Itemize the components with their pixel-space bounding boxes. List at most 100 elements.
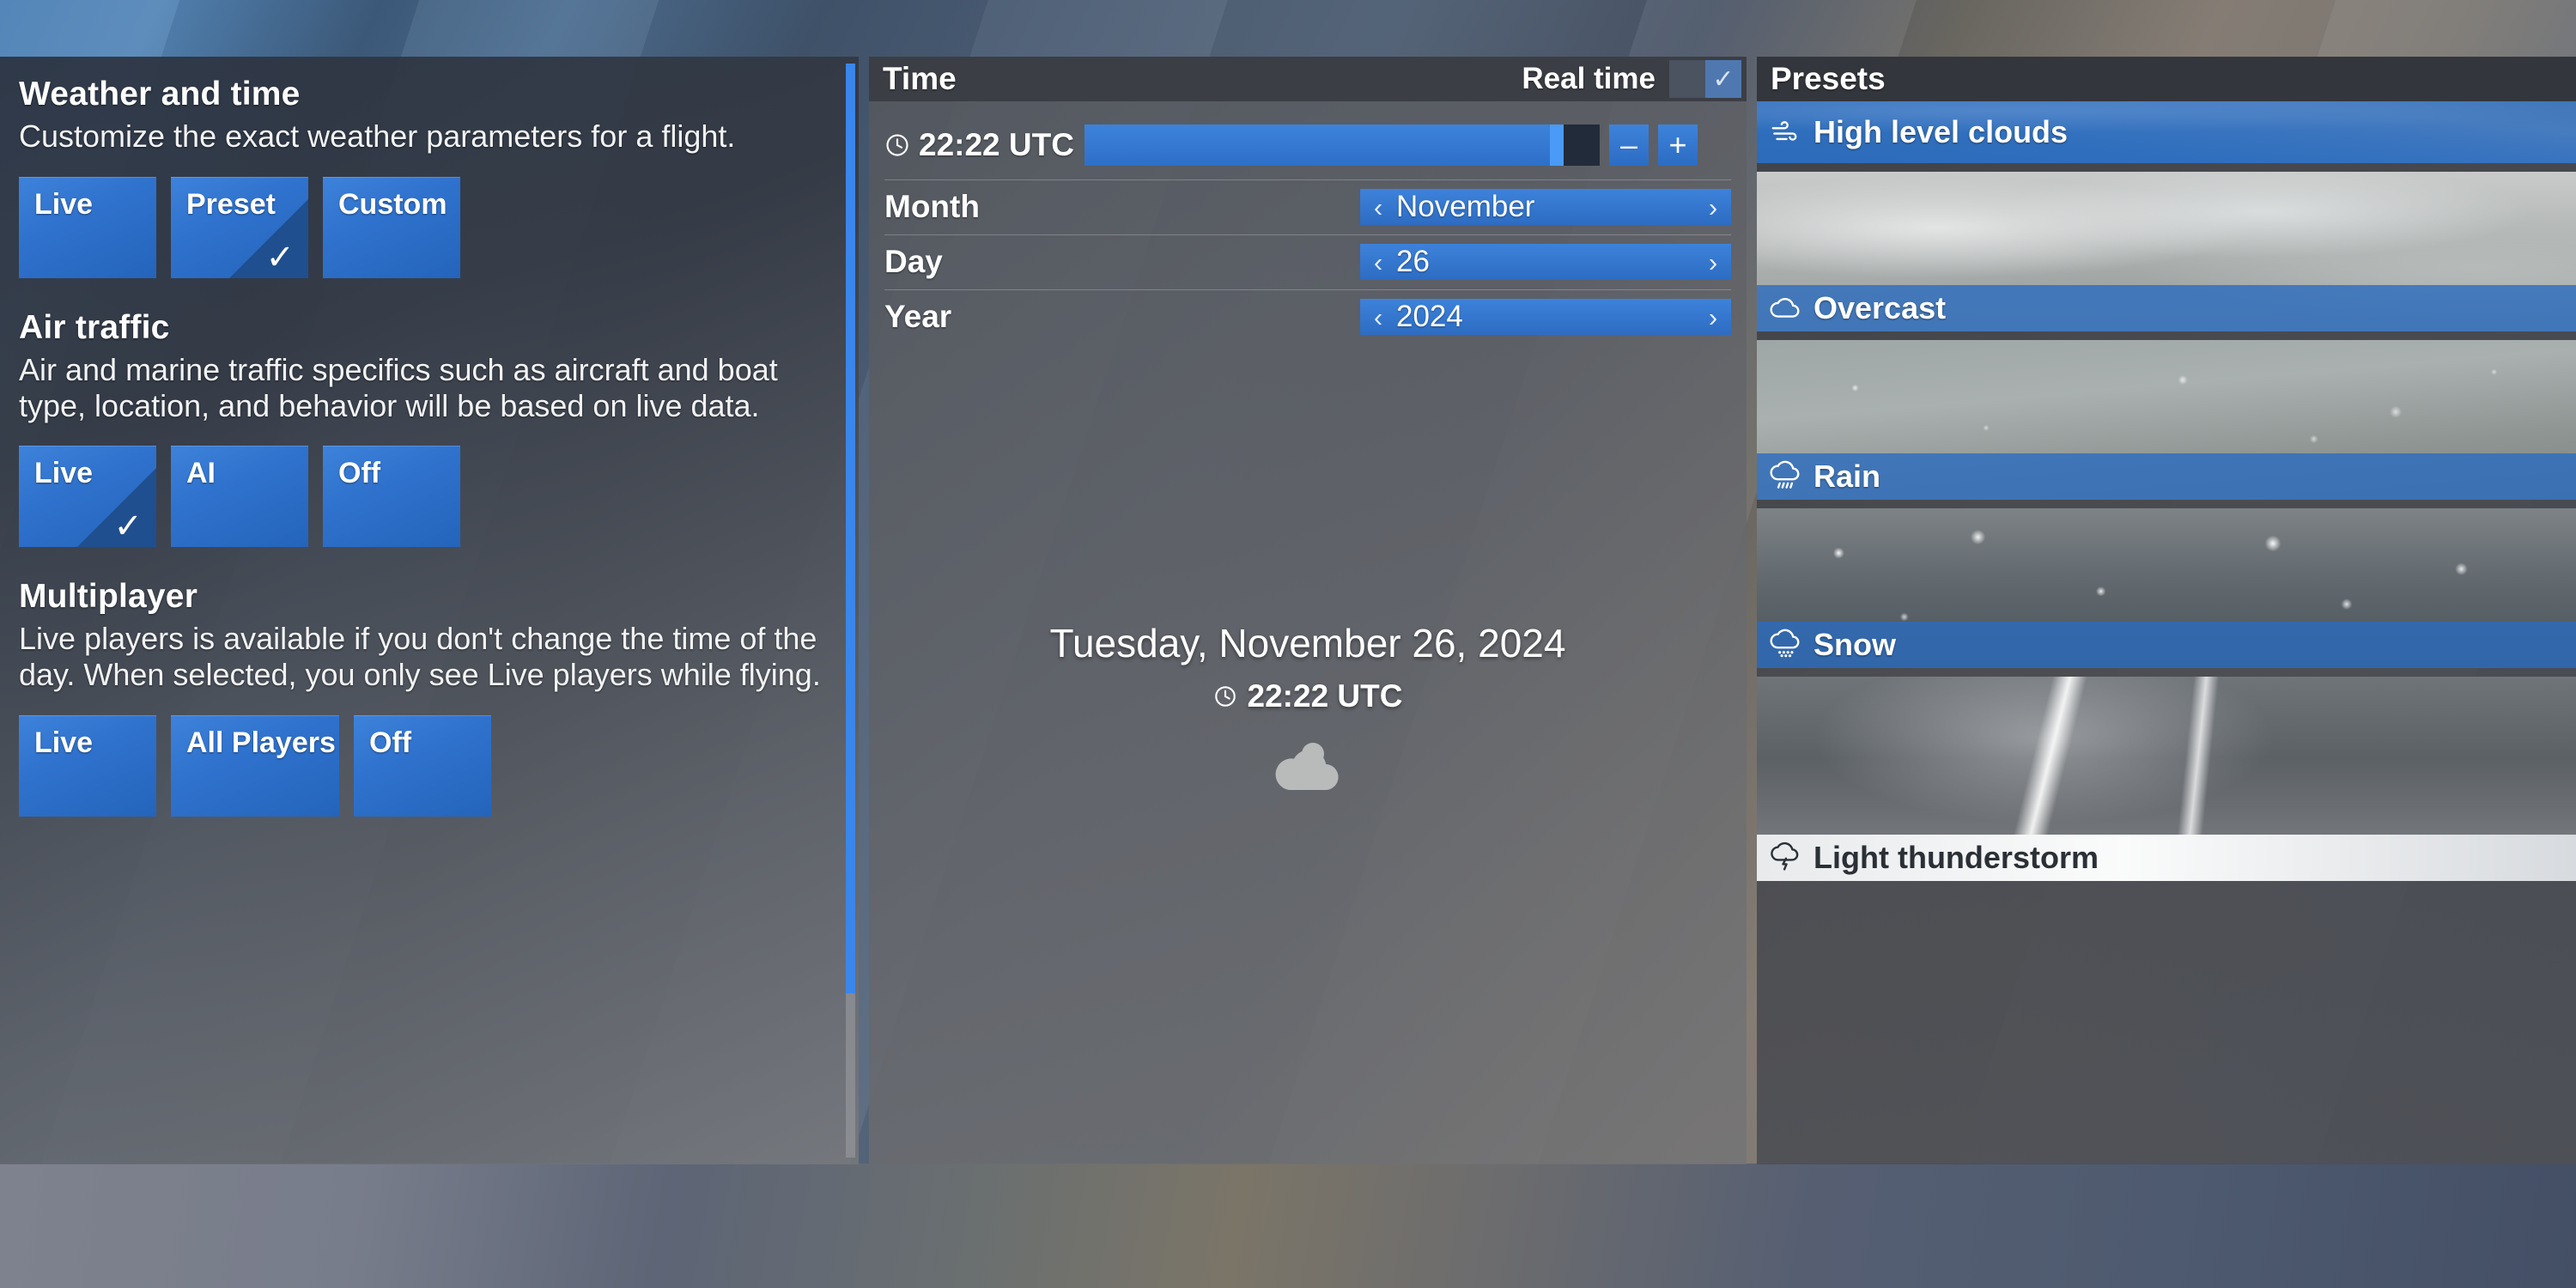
- month-spinner[interactable]: ‹ November ›: [1360, 189, 1731, 225]
- preset-name: Overcast: [1814, 290, 1947, 325]
- time-decrement-button[interactable]: –: [1608, 125, 1649, 166]
- haze-wind-icon: [1771, 121, 1797, 141]
- real-time-control: Real time ✓: [1522, 60, 1741, 98]
- real-time-label: Real time: [1522, 62, 1656, 95]
- cloud-lightning-icon: [1771, 841, 1799, 871]
- day-next-button[interactable]: ›: [1695, 249, 1731, 276]
- month-row: Month ‹ November ›: [869, 179, 1747, 227]
- time-of-day-slider[interactable]: [1084, 125, 1600, 166]
- presets-list: High level clouds Overcast Rain Snow Lig…: [1757, 101, 2576, 881]
- day-label: Day: [884, 244, 943, 279]
- multiplayer-buttons: Live All Players Off: [19, 714, 859, 817]
- summary-date-text: Tuesday, November 26, 2024: [1049, 621, 1566, 665]
- air-traffic-buttons: Live ✓ AI Off: [19, 446, 859, 548]
- slider-fill: [1084, 125, 1564, 166]
- real-time-checkbox[interactable]: ✓: [1669, 60, 1741, 98]
- preset-item-snow[interactable]: Snow: [1757, 508, 2576, 668]
- cloud-outline-icon: [1770, 298, 1800, 318]
- preset-label-bar: High level clouds: [1757, 101, 2576, 163]
- time-increment-button[interactable]: +: [1657, 125, 1698, 166]
- slider-thumb[interactable]: [1549, 125, 1564, 166]
- month-prev-button[interactable]: ‹: [1360, 194, 1396, 221]
- preset-item-overcast[interactable]: Overcast: [1757, 172, 2576, 331]
- presets-panel: Presets High level clouds Overcast Rain …: [1757, 57, 2576, 1164]
- year-spinner[interactable]: ‹ 2024 ›: [1360, 299, 1731, 335]
- cloud-rain-icon: [1770, 460, 1800, 489]
- time-of-day-row: 22:22 UTC – +: [869, 113, 1747, 177]
- day-prev-button[interactable]: ‹: [1360, 249, 1396, 276]
- options-panel: Weather and time Customize the exact wea…: [0, 57, 859, 1164]
- cloud-icon: [1275, 743, 1339, 791]
- section-air-traffic: Air traffic Air and marine traffic speci…: [0, 309, 859, 548]
- preset-name: High level clouds: [1814, 114, 2069, 149]
- month-value: November: [1396, 190, 1535, 223]
- preset-item-light-thunderstorm[interactable]: Light thunderstorm: [1757, 677, 2576, 881]
- preset-item-high-level-clouds[interactable]: High level clouds: [1757, 101, 2576, 163]
- preset-label-bar: Overcast: [1757, 285, 2576, 331]
- weather-mode-live-button[interactable]: Live: [19, 176, 156, 278]
- month-next-button[interactable]: ›: [1695, 194, 1731, 221]
- options-panel-scrollbar-thumb[interactable]: [846, 64, 855, 993]
- time-panel-header: Time Real time ✓: [869, 57, 1747, 101]
- button-label: AI: [186, 457, 216, 490]
- section-weather-and-time: Weather and time Customize the exact wea…: [0, 57, 859, 278]
- section-title: Multiplayer: [19, 578, 198, 616]
- button-label: Live: [34, 187, 94, 221]
- real-time-off-half[interactable]: [1669, 60, 1705, 98]
- clock-icon: [886, 134, 908, 156]
- button-label: Off: [338, 457, 381, 490]
- button-label: Live: [34, 457, 94, 490]
- button-label: Off: [369, 726, 412, 759]
- preset-name: Snow: [1814, 627, 1896, 662]
- section-description: Live players is available if you don't c…: [19, 621, 821, 692]
- year-next-button[interactable]: ›: [1695, 304, 1731, 331]
- weather-mode-buttons: Live Preset ✓ Custom: [19, 176, 859, 278]
- air-traffic-ai-button[interactable]: AI: [171, 446, 308, 548]
- section-description: Customize the exact weather parameters f…: [19, 118, 736, 154]
- selected-check-icon: ✓: [265, 238, 295, 276]
- selected-check-icon: ✓: [113, 507, 143, 546]
- presets-panel-header: Presets: [1757, 57, 2576, 101]
- year-row: Year ‹ 2024 ›: [869, 289, 1747, 337]
- time-value: 22:22 UTC: [919, 127, 1074, 162]
- preset-name: Light thunderstorm: [1814, 840, 2099, 875]
- summary-time-text: 22:22 UTC: [1247, 678, 1403, 714]
- button-label: Live: [34, 726, 94, 759]
- weather-mode-preset-button[interactable]: Preset ✓: [171, 176, 308, 278]
- multiplayer-live-button[interactable]: Live: [19, 714, 156, 817]
- real-time-on-half[interactable]: ✓: [1705, 60, 1741, 98]
- options-panel-scrollbar-track[interactable]: [846, 64, 855, 1157]
- button-label: Custom: [338, 187, 447, 221]
- year-label: Year: [884, 299, 952, 334]
- preset-name: Rain: [1814, 459, 1881, 494]
- section-description: Air and marine traffic specifics such as…: [19, 351, 778, 423]
- section-title: Air traffic: [19, 308, 170, 346]
- background-blur-strip: [0, 1163, 2576, 1288]
- button-label: All Players: [186, 726, 336, 759]
- air-traffic-live-button[interactable]: Live ✓: [19, 446, 156, 548]
- day-row: Day ‹ 26 ›: [869, 234, 1747, 282]
- section-title: Weather and time: [19, 76, 301, 112]
- time-value-group: 22:22 UTC: [884, 127, 1074, 163]
- weather-mode-custom-button[interactable]: Custom: [323, 176, 460, 278]
- cloud-snow-icon: [1770, 629, 1800, 658]
- button-label: Preset: [186, 187, 276, 221]
- summary-time-group: 22:22 UTC: [869, 678, 1747, 714]
- month-label: Month: [884, 189, 980, 224]
- clock-icon: [1214, 686, 1236, 707]
- day-value: 26: [1396, 245, 1430, 278]
- preset-item-rain[interactable]: Rain: [1757, 340, 2576, 500]
- section-multiplayer: Multiplayer Live players is available if…: [0, 578, 859, 817]
- preset-label-bar: Light thunderstorm: [1757, 835, 2576, 881]
- preset-label-bar: Rain: [1757, 453, 2576, 500]
- summary-weather-icon-wrap: [869, 737, 1747, 798]
- year-prev-button[interactable]: ‹: [1360, 304, 1396, 331]
- weather-time-dialog: Weather and time Customize the exact wea…: [0, 57, 2576, 1164]
- preset-label-bar: Snow: [1757, 622, 2576, 668]
- multiplayer-all-players-button[interactable]: All Players: [171, 714, 339, 817]
- day-spinner[interactable]: ‹ 26 ›: [1360, 244, 1731, 280]
- multiplayer-off-button[interactable]: Off: [354, 714, 491, 817]
- air-traffic-off-button[interactable]: Off: [323, 446, 460, 548]
- time-panel: Time Real time ✓ 22:22 UTC – + Month ‹ N…: [869, 57, 1747, 1164]
- year-value: 2024: [1396, 300, 1463, 333]
